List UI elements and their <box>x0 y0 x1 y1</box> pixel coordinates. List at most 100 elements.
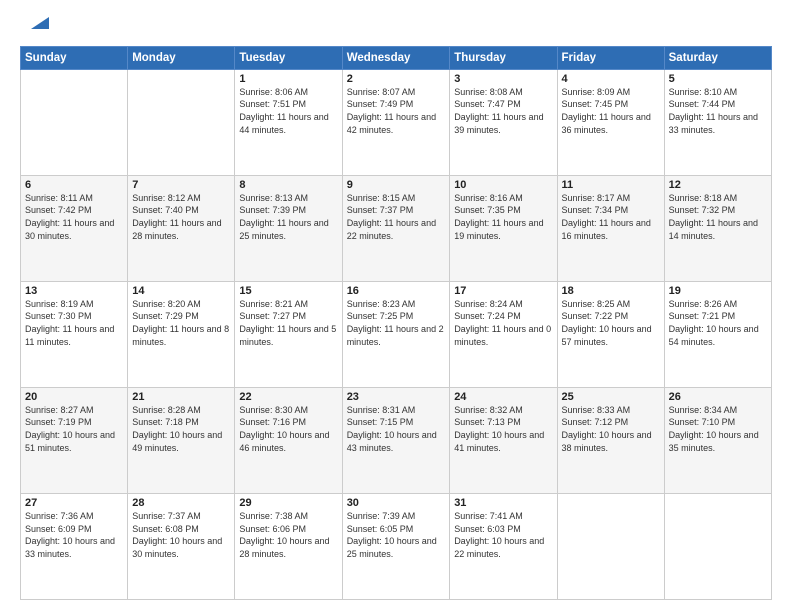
calendar-cell: 9Sunrise: 8:15 AM Sunset: 7:37 PM Daylig… <box>342 175 450 281</box>
calendar-cell: 3Sunrise: 8:08 AM Sunset: 7:47 PM Daylig… <box>450 69 557 175</box>
calendar-cell <box>664 493 771 599</box>
day-number: 23 <box>347 391 446 403</box>
day-info: Sunrise: 8:07 AM Sunset: 7:49 PM Dayligh… <box>347 86 446 136</box>
calendar-cell: 13Sunrise: 8:19 AM Sunset: 7:30 PM Dayli… <box>21 281 128 387</box>
calendar-cell: 18Sunrise: 8:25 AM Sunset: 7:22 PM Dayli… <box>557 281 664 387</box>
day-number: 22 <box>239 391 337 403</box>
calendar-cell: 10Sunrise: 8:16 AM Sunset: 7:35 PM Dayli… <box>450 175 557 281</box>
day-info: Sunrise: 8:21 AM Sunset: 7:27 PM Dayligh… <box>239 298 337 348</box>
calendar-cell: 8Sunrise: 8:13 AM Sunset: 7:39 PM Daylig… <box>235 175 342 281</box>
calendar-cell <box>128 69 235 175</box>
day-info: Sunrise: 8:18 AM Sunset: 7:32 PM Dayligh… <box>669 192 767 242</box>
day-number: 29 <box>239 497 337 509</box>
day-info: Sunrise: 8:33 AM Sunset: 7:12 PM Dayligh… <box>562 404 660 454</box>
day-info: Sunrise: 8:27 AM Sunset: 7:19 PM Dayligh… <box>25 404 123 454</box>
day-number: 30 <box>347 497 446 509</box>
day-number: 7 <box>132 179 230 191</box>
day-info: Sunrise: 8:19 AM Sunset: 7:30 PM Dayligh… <box>25 298 123 348</box>
day-info: Sunrise: 8:16 AM Sunset: 7:35 PM Dayligh… <box>454 192 552 242</box>
day-number: 28 <box>132 497 230 509</box>
day-number: 25 <box>562 391 660 403</box>
day-number: 2 <box>347 73 446 85</box>
calendar-cell: 27Sunrise: 7:36 AM Sunset: 6:09 PM Dayli… <box>21 493 128 599</box>
calendar-cell <box>21 69 128 175</box>
day-number: 31 <box>454 497 552 509</box>
day-info: Sunrise: 7:38 AM Sunset: 6:06 PM Dayligh… <box>239 510 337 560</box>
weekday-header-tuesday: Tuesday <box>235 46 342 69</box>
day-info: Sunrise: 8:25 AM Sunset: 7:22 PM Dayligh… <box>562 298 660 348</box>
calendar-cell: 26Sunrise: 8:34 AM Sunset: 7:10 PM Dayli… <box>664 387 771 493</box>
day-info: Sunrise: 8:34 AM Sunset: 7:10 PM Dayligh… <box>669 404 767 454</box>
day-number: 21 <box>132 391 230 403</box>
calendar-page: SundayMondayTuesdayWednesdayThursdayFrid… <box>0 0 792 612</box>
day-number: 3 <box>454 73 552 85</box>
day-number: 5 <box>669 73 767 85</box>
day-info: Sunrise: 8:26 AM Sunset: 7:21 PM Dayligh… <box>669 298 767 348</box>
calendar-cell: 14Sunrise: 8:20 AM Sunset: 7:29 PM Dayli… <box>128 281 235 387</box>
day-info: Sunrise: 7:37 AM Sunset: 6:08 PM Dayligh… <box>132 510 230 560</box>
calendar-cell: 12Sunrise: 8:18 AM Sunset: 7:32 PM Dayli… <box>664 175 771 281</box>
calendar-cell: 30Sunrise: 7:39 AM Sunset: 6:05 PM Dayli… <box>342 493 450 599</box>
day-info: Sunrise: 8:12 AM Sunset: 7:40 PM Dayligh… <box>132 192 230 242</box>
day-number: 8 <box>239 179 337 191</box>
day-info: Sunrise: 8:13 AM Sunset: 7:39 PM Dayligh… <box>239 192 337 242</box>
day-number: 24 <box>454 391 552 403</box>
day-info: Sunrise: 8:09 AM Sunset: 7:45 PM Dayligh… <box>562 86 660 136</box>
calendar-week-row: 1Sunrise: 8:06 AM Sunset: 7:51 PM Daylig… <box>21 69 772 175</box>
day-number: 1 <box>239 73 337 85</box>
calendar-week-row: 27Sunrise: 7:36 AM Sunset: 6:09 PM Dayli… <box>21 493 772 599</box>
day-info: Sunrise: 8:30 AM Sunset: 7:16 PM Dayligh… <box>239 404 337 454</box>
calendar-cell: 22Sunrise: 8:30 AM Sunset: 7:16 PM Dayli… <box>235 387 342 493</box>
calendar-week-row: 13Sunrise: 8:19 AM Sunset: 7:30 PM Dayli… <box>21 281 772 387</box>
calendar-cell: 31Sunrise: 7:41 AM Sunset: 6:03 PM Dayli… <box>450 493 557 599</box>
weekday-header-friday: Friday <box>557 46 664 69</box>
day-info: Sunrise: 8:24 AM Sunset: 7:24 PM Dayligh… <box>454 298 552 348</box>
day-info: Sunrise: 8:06 AM Sunset: 7:51 PM Dayligh… <box>239 86 337 136</box>
weekday-header-thursday: Thursday <box>450 46 557 69</box>
day-info: Sunrise: 8:32 AM Sunset: 7:13 PM Dayligh… <box>454 404 552 454</box>
calendar-cell: 25Sunrise: 8:33 AM Sunset: 7:12 PM Dayli… <box>557 387 664 493</box>
calendar-cell <box>557 493 664 599</box>
weekday-header-wednesday: Wednesday <box>342 46 450 69</box>
day-info: Sunrise: 8:28 AM Sunset: 7:18 PM Dayligh… <box>132 404 230 454</box>
calendar-cell: 28Sunrise: 7:37 AM Sunset: 6:08 PM Dayli… <box>128 493 235 599</box>
calendar-cell: 23Sunrise: 8:31 AM Sunset: 7:15 PM Dayli… <box>342 387 450 493</box>
day-number: 27 <box>25 497 123 509</box>
day-number: 20 <box>25 391 123 403</box>
day-number: 26 <box>669 391 767 403</box>
calendar-cell: 29Sunrise: 7:38 AM Sunset: 6:06 PM Dayli… <box>235 493 342 599</box>
header <box>20 16 772 36</box>
calendar-cell: 1Sunrise: 8:06 AM Sunset: 7:51 PM Daylig… <box>235 69 342 175</box>
day-info: Sunrise: 7:39 AM Sunset: 6:05 PM Dayligh… <box>347 510 446 560</box>
day-info: Sunrise: 8:15 AM Sunset: 7:37 PM Dayligh… <box>347 192 446 242</box>
day-number: 14 <box>132 285 230 297</box>
day-number: 4 <box>562 73 660 85</box>
day-info: Sunrise: 8:31 AM Sunset: 7:15 PM Dayligh… <box>347 404 446 454</box>
calendar-cell: 24Sunrise: 8:32 AM Sunset: 7:13 PM Dayli… <box>450 387 557 493</box>
day-number: 12 <box>669 179 767 191</box>
day-info: Sunrise: 8:10 AM Sunset: 7:44 PM Dayligh… <box>669 86 767 136</box>
day-number: 16 <box>347 285 446 297</box>
day-number: 17 <box>454 285 552 297</box>
day-info: Sunrise: 7:36 AM Sunset: 6:09 PM Dayligh… <box>25 510 123 560</box>
calendar-cell: 15Sunrise: 8:21 AM Sunset: 7:27 PM Dayli… <box>235 281 342 387</box>
calendar-table: SundayMondayTuesdayWednesdayThursdayFrid… <box>20 46 772 600</box>
calendar-cell: 17Sunrise: 8:24 AM Sunset: 7:24 PM Dayli… <box>450 281 557 387</box>
weekday-header-monday: Monday <box>128 46 235 69</box>
day-number: 11 <box>562 179 660 191</box>
day-info: Sunrise: 8:20 AM Sunset: 7:29 PM Dayligh… <box>132 298 230 348</box>
day-number: 9 <box>347 179 446 191</box>
calendar-cell: 4Sunrise: 8:09 AM Sunset: 7:45 PM Daylig… <box>557 69 664 175</box>
weekday-header-row: SundayMondayTuesdayWednesdayThursdayFrid… <box>21 46 772 69</box>
day-info: Sunrise: 8:17 AM Sunset: 7:34 PM Dayligh… <box>562 192 660 242</box>
day-info: Sunrise: 7:41 AM Sunset: 6:03 PM Dayligh… <box>454 510 552 560</box>
day-number: 19 <box>669 285 767 297</box>
logo-icon <box>23 9 49 35</box>
calendar-week-row: 20Sunrise: 8:27 AM Sunset: 7:19 PM Dayli… <box>21 387 772 493</box>
day-number: 13 <box>25 285 123 297</box>
day-number: 15 <box>239 285 337 297</box>
calendar-cell: 2Sunrise: 8:07 AM Sunset: 7:49 PM Daylig… <box>342 69 450 175</box>
calendar-week-row: 6Sunrise: 8:11 AM Sunset: 7:42 PM Daylig… <box>21 175 772 281</box>
day-info: Sunrise: 8:23 AM Sunset: 7:25 PM Dayligh… <box>347 298 446 348</box>
calendar-cell: 16Sunrise: 8:23 AM Sunset: 7:25 PM Dayli… <box>342 281 450 387</box>
